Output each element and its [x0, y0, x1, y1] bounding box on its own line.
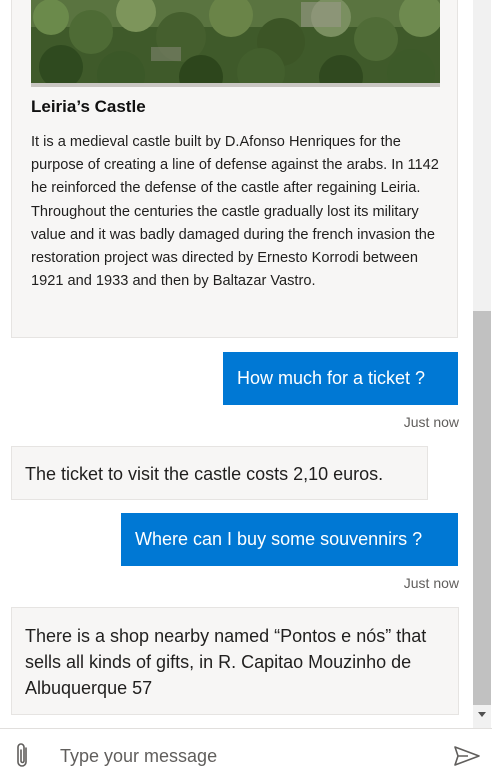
user-message: Where can I buy some souvennirs ?	[121, 513, 458, 566]
scrollbar-thumb[interactable]	[473, 311, 491, 705]
send-icon[interactable]	[452, 741, 482, 771]
card-description: It is a medieval castle built by D.Afons…	[31, 134, 439, 290]
bot-message-text: The ticket to visit the castle costs 2,1…	[25, 464, 384, 484]
message-input[interactable]	[60, 741, 430, 771]
paperclip-icon[interactable]	[13, 741, 33, 771]
message-timestamp: Just now	[403, 414, 459, 430]
chat-transcript: Leiria’s Castle It is a medieval castle …	[0, 0, 492, 728]
card-title: Leiria’s Castle	[31, 97, 146, 116]
message-timestamp: Just now	[403, 575, 459, 591]
scroll-down-arrow-icon[interactable]	[478, 712, 486, 717]
user-message: How much for a ticket ?	[223, 352, 458, 405]
user-message-text: Where can I buy some souvennirs ?	[135, 529, 423, 549]
castle-image	[31, 0, 440, 87]
composer-bar	[0, 728, 492, 780]
attraction-card: Leiria’s Castle It is a medieval castle …	[11, 0, 458, 338]
bot-message: The ticket to visit the castle costs 2,1…	[11, 446, 428, 500]
user-message-text: How much for a ticket ?	[237, 368, 426, 388]
bot-message: There is a shop nearby named “Pontos e n…	[11, 607, 459, 715]
bot-message-text: There is a shop nearby named “Pontos e n…	[25, 626, 427, 698]
